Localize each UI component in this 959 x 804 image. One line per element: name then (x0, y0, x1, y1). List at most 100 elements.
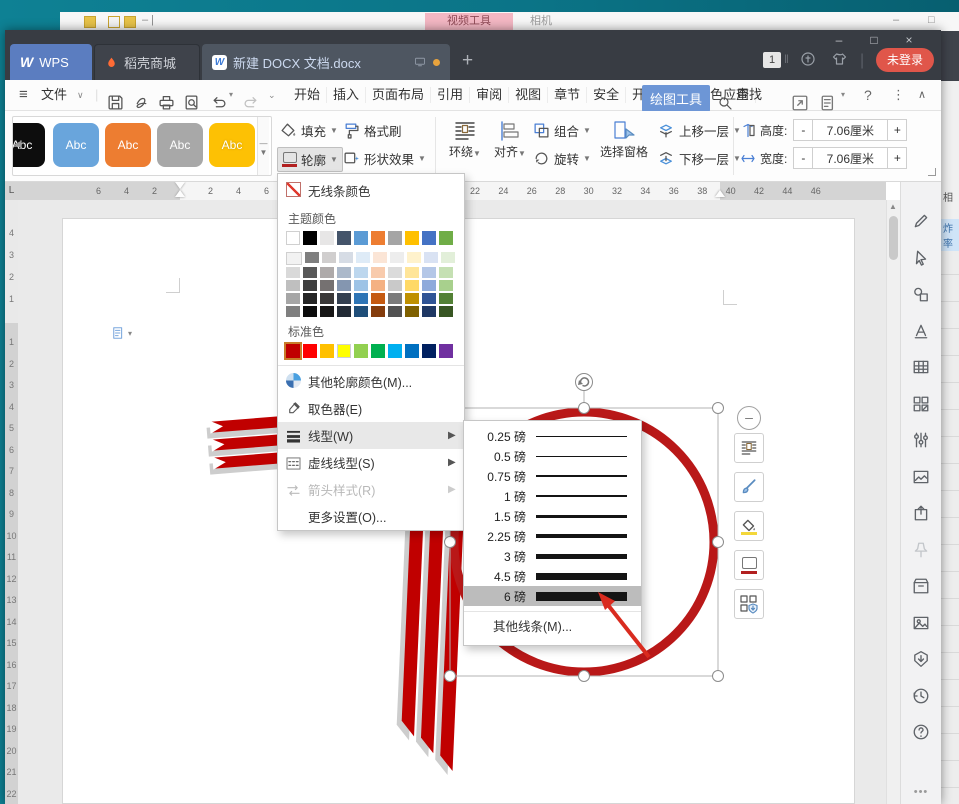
sidebar-download-badge-icon[interactable] (912, 650, 930, 668)
menu-tab-0[interactable]: 开始 (288, 87, 327, 103)
sidebar-archive-box-icon[interactable] (912, 577, 930, 595)
weight-item-2.25磅[interactable]: 2.25 磅 (464, 526, 641, 546)
file-menu[interactable]: 文件 (41, 80, 67, 110)
sidebar-pin-disabled-icon[interactable] (912, 541, 930, 559)
scroll-up-icon[interactable]: ▲ (889, 202, 897, 211)
variant-swatch[interactable] (441, 252, 455, 263)
theme-swatch[interactable] (303, 231, 317, 245)
gallery-prev-icon[interactable]: ◀ (14, 139, 22, 150)
sidebar-table-icon[interactable] (912, 358, 930, 376)
fill-button[interactable]: 填充▼ (280, 121, 338, 140)
more-menu-icon[interactable]: ⋮ (892, 80, 905, 110)
variant-swatch[interactable] (303, 280, 317, 291)
variant-swatch[interactable] (286, 267, 300, 278)
outline-menu-item-3[interactable]: 虚线线型(S)▶ (278, 449, 464, 476)
bg-tab-video-tools[interactable]: 视频工具 (425, 13, 513, 30)
file-chevron-icon[interactable]: ∨ (77, 80, 84, 110)
page-options-icon[interactable]: ▾ (112, 326, 132, 340)
collapse-float-toolbar-button[interactable]: – (737, 406, 761, 430)
float-recommend-button[interactable] (734, 589, 764, 619)
variant-swatch[interactable] (371, 293, 385, 304)
standard-swatch[interactable] (371, 344, 385, 358)
width-decrease-button[interactable]: - (793, 147, 813, 169)
weight-item-0.25磅[interactable]: 0.25 磅 (464, 426, 641, 446)
theme-swatch[interactable] (422, 231, 436, 245)
window-maximize-button[interactable]: □ (860, 32, 888, 48)
theme-swatch[interactable] (405, 231, 419, 245)
variant-swatch[interactable] (337, 267, 351, 278)
weight-item-3磅[interactable]: 3 磅 (464, 546, 641, 566)
variant-swatch[interactable] (320, 267, 334, 278)
group-button[interactable]: 组合▼ (533, 121, 591, 140)
variant-swatch[interactable] (405, 280, 419, 291)
menu-tab-3[interactable]: 引用 (431, 87, 470, 103)
paste-dropdown-icon[interactable]: ▾ (841, 80, 845, 110)
outline-menu-item-5[interactable]: 更多设置(O)... (278, 503, 464, 530)
right-indent-marker[interactable] (715, 190, 725, 197)
menu-tab-4[interactable]: 审阅 (470, 87, 509, 103)
variant-swatch[interactable] (439, 280, 453, 291)
standard-swatch[interactable] (320, 344, 334, 358)
float-style-brush-button[interactable] (734, 472, 764, 502)
shape-style-gallery[interactable]: ◀ AbcAbcAbcAbcAbc —▼ (12, 116, 272, 176)
align-button[interactable]: 对齐▼ (487, 119, 533, 160)
sidebar-shapes-icon[interactable] (912, 285, 930, 303)
variant-swatch[interactable] (422, 267, 436, 278)
sidebar-image-gallery-icon[interactable] (912, 468, 930, 486)
float-fill-button[interactable] (734, 511, 764, 541)
variant-swatch[interactable] (354, 280, 368, 291)
sidebar-select-cursor-icon[interactable] (912, 249, 930, 267)
first-line-indent-marker[interactable] (175, 182, 185, 189)
wrap-button[interactable]: 环绕▼ (442, 119, 488, 160)
tab-wps-home[interactable]: W WPS (10, 44, 92, 80)
more-lines-item[interactable]: 其他线条(M)... (464, 614, 641, 640)
weight-item-1磅[interactable]: 1 磅 (464, 486, 641, 506)
theme-swatch[interactable] (320, 231, 334, 245)
variant-swatch[interactable] (390, 252, 404, 263)
variant-swatch[interactable] (439, 306, 453, 317)
variant-swatch[interactable] (405, 267, 419, 278)
float-outline-button[interactable] (734, 550, 764, 580)
variant-swatch[interactable] (439, 293, 453, 304)
theme-swatch[interactable] (354, 231, 368, 245)
variant-swatch[interactable] (354, 293, 368, 304)
theme-swatch[interactable] (371, 231, 385, 245)
menu-tab-7[interactable]: 安全 (587, 87, 626, 103)
outline-menu-item-1[interactable]: 取色器(E) (278, 395, 464, 422)
theme-swatch[interactable] (439, 231, 453, 245)
sidebar-text-art-icon[interactable] (912, 322, 930, 340)
variant-swatch[interactable] (337, 293, 351, 304)
bg-minimize-button[interactable]: – (893, 14, 899, 26)
integral-icon[interactable] (800, 50, 816, 68)
skin-tshirt-icon[interactable] (831, 50, 848, 68)
variant-swatch[interactable] (439, 267, 453, 278)
standard-swatch[interactable] (286, 344, 300, 358)
variant-swatch[interactable] (322, 252, 336, 263)
variant-swatch[interactable] (305, 252, 319, 263)
variant-swatch[interactable] (388, 306, 402, 317)
variant-swatch[interactable] (371, 267, 385, 278)
find-label[interactable]: 查找 (736, 80, 762, 110)
standard-swatch[interactable] (303, 344, 317, 358)
theme-swatch[interactable] (388, 231, 402, 245)
selection-pane-button[interactable]: 选择窗格 (595, 119, 653, 160)
variant-swatch[interactable] (424, 252, 438, 263)
sidebar-share-export-icon[interactable] (912, 504, 930, 522)
window-count-badge[interactable]: 1 (763, 52, 781, 68)
variant-swatch[interactable] (337, 280, 351, 291)
menu-tab-6[interactable]: 章节 (548, 87, 587, 103)
variant-swatch[interactable] (422, 280, 436, 291)
window-minimize-button[interactable]: – (825, 32, 853, 48)
weight-item-4.5磅[interactable]: 4.5 磅 (464, 566, 641, 586)
sidebar-apps-grid-icon[interactable] (912, 395, 930, 413)
sidebar-sliders-icon[interactable] (912, 431, 930, 449)
bg-tab-camera[interactable]: 相机 (530, 13, 552, 30)
tab-document[interactable]: W 新建 DOCX 文档.docx (202, 44, 450, 80)
theme-swatch[interactable] (286, 231, 300, 245)
standard-swatch[interactable] (422, 344, 436, 358)
vertical-ruler[interactable]: 432112345678910111213141516171819202122 (5, 200, 18, 804)
variant-swatch[interactable] (388, 280, 402, 291)
variant-swatch[interactable] (422, 306, 436, 317)
variant-swatch[interactable] (373, 252, 387, 263)
no-line-color-item[interactable]: 无线条颜色 (278, 177, 464, 204)
